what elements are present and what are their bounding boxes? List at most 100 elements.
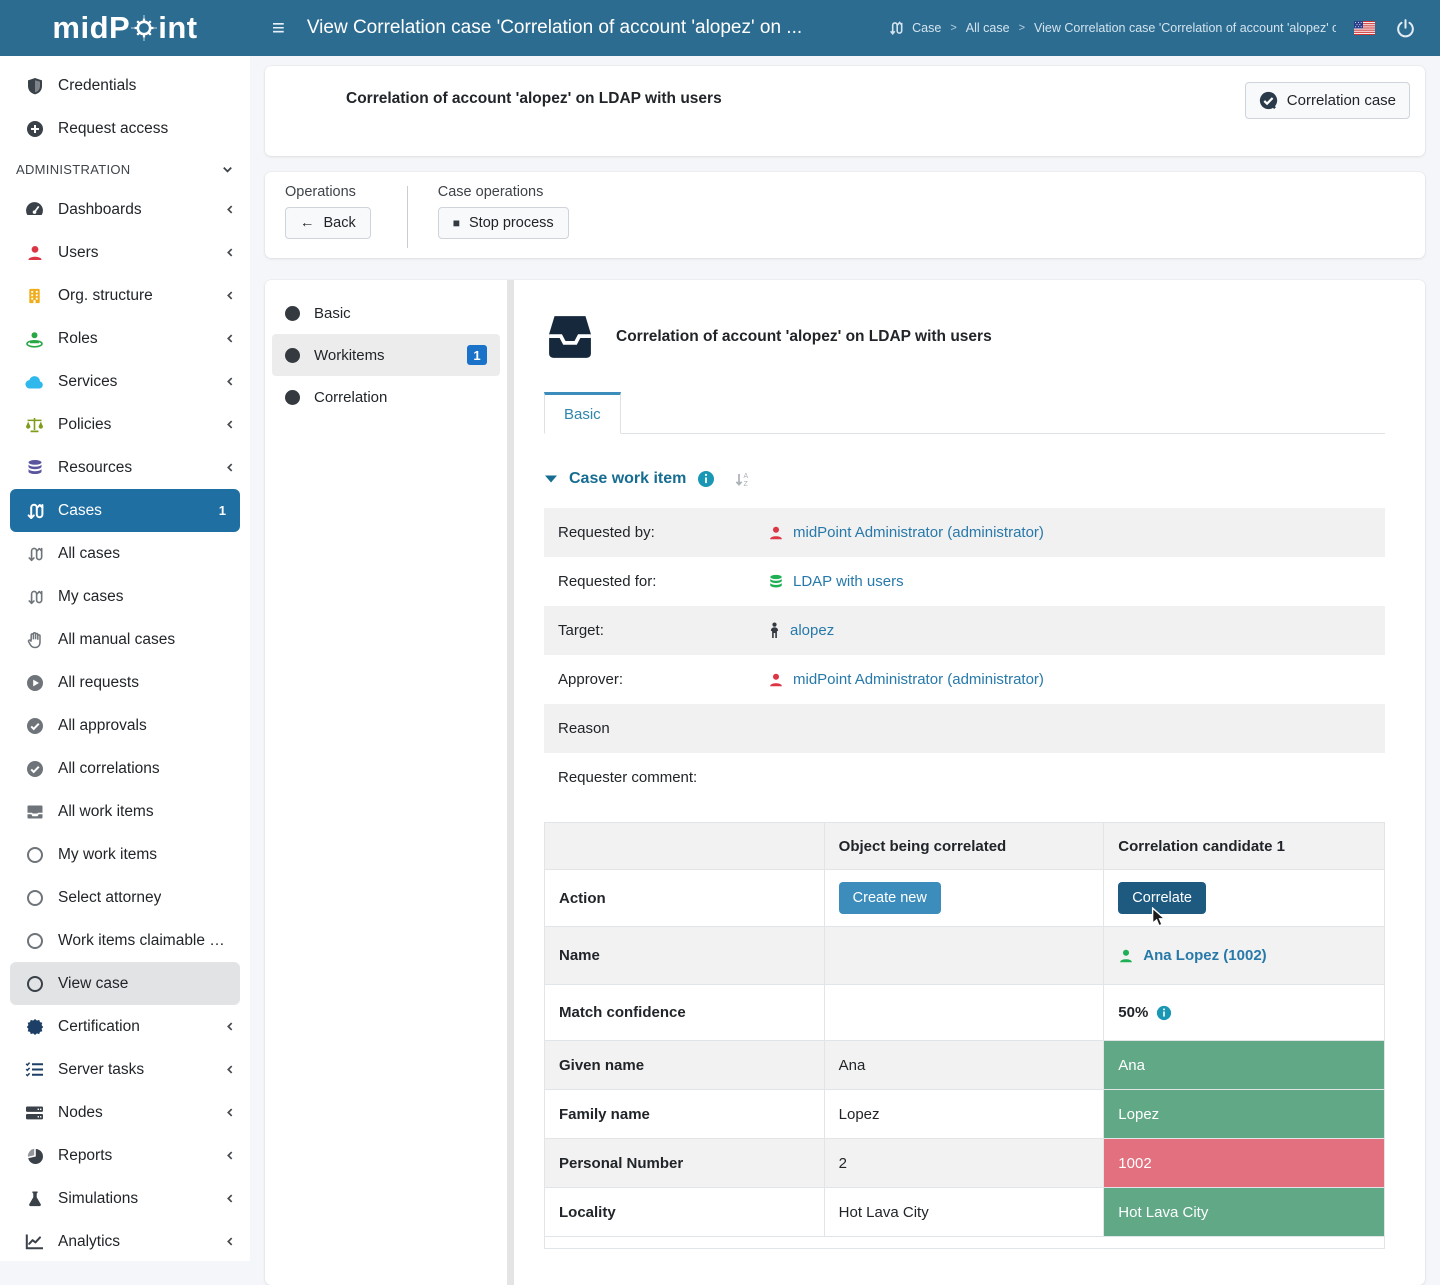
create-new-button[interactable]: Create new	[839, 882, 941, 914]
gear-icon	[131, 15, 157, 41]
chevron-left-icon	[224, 418, 236, 431]
case-operations-group: Case operations ■ Stop process	[438, 184, 569, 239]
sidebar-item-dashboards[interactable]: Dashboards	[0, 188, 250, 231]
menu-toggle-icon[interactable]: ≡	[272, 15, 285, 41]
chevron-left-icon	[224, 1020, 236, 1033]
sidebar-item-label: Simulations	[58, 1190, 138, 1208]
user-icon	[1118, 948, 1134, 964]
sidebar-item-my-cases[interactable]: My cases	[0, 575, 250, 618]
sidebar-item-users[interactable]: Users	[0, 231, 250, 274]
divider	[407, 186, 408, 248]
panel-header: Correlation of account 'alopez' on LDAP …	[544, 314, 1385, 360]
case-main-panel: Correlation of account 'alopez' on LDAP …	[514, 280, 1425, 1285]
sidebar-item-select-attorney[interactable]: Select attorney	[0, 876, 250, 919]
sidebar-item-analytics[interactable]: Analytics	[0, 1220, 250, 1261]
sidebar-item-org-structure[interactable]: Org. structure	[0, 274, 250, 317]
requested-for-link[interactable]: LDAP with users	[768, 573, 904, 590]
sort-icon[interactable]: AZ	[734, 471, 751, 488]
detail-value-text: midPoint Administrator (administrator)	[793, 524, 1044, 541]
candidate-value-cell-match: Hot Lava City	[1104, 1188, 1385, 1237]
sidebar-item-reports[interactable]: Reports	[0, 1134, 250, 1177]
sidebar-item-label: Org. structure	[58, 287, 153, 305]
sidebar-item-all-manual-cases[interactable]: All manual cases	[0, 618, 250, 661]
case-nav-correlation[interactable]: Correlation	[272, 376, 500, 418]
flask-icon	[24, 1190, 45, 1208]
attribute-row-personal-number: Personal Number 2 1002	[545, 1139, 1385, 1188]
role-user-icon	[24, 330, 45, 348]
svg-text:A: A	[744, 473, 749, 480]
inbox-icon	[24, 804, 45, 820]
breadcrumb-current: View Correlation case 'Correlation of ac…	[1034, 21, 1336, 35]
approver-link[interactable]: midPoint Administrator (administrator)	[768, 671, 1044, 688]
object-value-cell: Lopez	[824, 1090, 1104, 1139]
user-icon	[768, 525, 784, 541]
correlation-table: Object being correlated Correlation cand…	[544, 822, 1385, 1249]
sidebar-item-simulations[interactable]: Simulations	[0, 1177, 250, 1220]
sidebar-item-label: Nodes	[58, 1104, 103, 1122]
requested-by-link[interactable]: midPoint Administrator (administrator)	[768, 524, 1044, 541]
target-link[interactable]: alopez	[768, 622, 834, 639]
sidebar-item-roles[interactable]: Roles	[0, 317, 250, 360]
sidebar-item-label: Certification	[58, 1018, 140, 1036]
task-list-icon	[24, 1061, 45, 1078]
cloud-icon	[24, 374, 45, 390]
sidebar-item-resources[interactable]: Resources	[0, 446, 250, 489]
detail-label: Requested by:	[558, 524, 768, 541]
sidebar-item-all-work-items[interactable]: All work items	[0, 790, 250, 833]
midpoint-logo[interactable]: midP int	[0, 10, 250, 46]
sidebar-item-server-tasks[interactable]: Server tasks	[0, 1048, 250, 1091]
sidebar-item-credentials[interactable]: Credentials	[0, 64, 250, 107]
sidebar-item-all-cases[interactable]: All cases	[0, 532, 250, 575]
case-arrows-icon	[24, 545, 45, 563]
case-nav-label: Correlation	[314, 389, 387, 406]
sidebar-item-work-items-claimable[interactable]: Work items claimable …	[0, 919, 250, 962]
sidebar-item-all-requests[interactable]: All requests	[0, 661, 250, 704]
case-nav-workitems[interactable]: Workitems 1	[272, 334, 500, 376]
tab-basic[interactable]: Basic	[544, 392, 621, 434]
correlation-case-badge[interactable]: Correlation case	[1245, 82, 1410, 119]
detail-row-requester-comment: Requester comment:	[544, 753, 1385, 802]
sidebar-item-cases[interactable]: Cases 1	[10, 489, 240, 532]
chevron-left-icon	[224, 1235, 236, 1248]
breadcrumb-all-cases[interactable]: All case	[966, 21, 1010, 35]
logo-text-right: int	[158, 10, 197, 46]
sidebar-item-label: Analytics	[58, 1233, 120, 1251]
attribute-row-given-name: Given name Ana Ana	[545, 1041, 1385, 1090]
sidebar-item-label: My work items	[58, 846, 157, 864]
logout-power-icon[interactable]	[1395, 18, 1416, 39]
language-flag-us[interactable]	[1354, 21, 1375, 35]
sidebar-item-view-case[interactable]: View case	[10, 962, 240, 1005]
row-label: Name	[545, 927, 825, 985]
breadcrumb-case[interactable]: Case	[912, 21, 941, 35]
sidebar-item-my-work-items[interactable]: My work items	[0, 833, 250, 876]
shield-icon	[24, 77, 45, 95]
breadcrumb: Case > All case > View Correlation case …	[888, 20, 1336, 36]
detail-label: Requester comment:	[558, 769, 768, 786]
sidebar-item-policies[interactable]: Policies	[0, 403, 250, 446]
sidebar-item-services[interactable]: Services	[0, 360, 250, 403]
back-button[interactable]: ← Back	[285, 207, 371, 239]
sidebar-item-request-access[interactable]: Request access	[0, 107, 250, 150]
caret-down-icon[interactable]	[544, 473, 558, 485]
info-icon[interactable]	[1156, 1005, 1172, 1021]
bullet-icon	[285, 390, 300, 405]
sidebar-item-all-correlations[interactable]: All correlations	[0, 747, 250, 790]
column-header-empty	[545, 823, 825, 870]
case-nav-basic[interactable]: Basic	[272, 292, 500, 334]
name-row: Name Ana Lopez (1002)	[545, 927, 1385, 985]
sidebar-item-nodes[interactable]: Nodes	[0, 1091, 250, 1134]
chevron-left-icon	[224, 246, 236, 259]
sidebar: Credentials Request access ADMINISTRATIO…	[0, 56, 250, 1261]
case-nav-scrollbar[interactable]	[507, 280, 514, 1285]
sidebar-item-certification[interactable]: Certification	[0, 1005, 250, 1048]
attribute-row-locality: Locality Hot Lava City Hot Lava City	[545, 1188, 1385, 1237]
row-label: Given name	[545, 1041, 825, 1090]
column-header-object: Object being correlated	[824, 823, 1104, 870]
confidence-value: 50%	[1118, 1004, 1370, 1021]
sidebar-section-administration[interactable]: ADMINISTRATION	[0, 150, 250, 188]
scales-icon	[24, 416, 45, 434]
info-icon[interactable]	[697, 470, 715, 488]
stop-process-button[interactable]: ■ Stop process	[438, 207, 569, 239]
sidebar-item-all-approvals[interactable]: All approvals	[0, 704, 250, 747]
candidate-name-link[interactable]: Ana Lopez (1002)	[1118, 947, 1370, 964]
